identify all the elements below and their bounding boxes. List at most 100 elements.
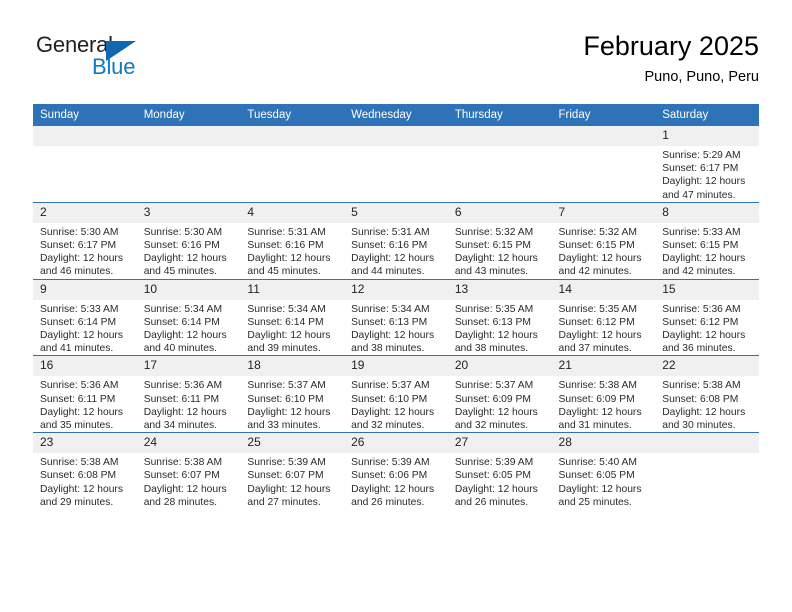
daylight-text-line2: and 34 minutes. [143, 420, 217, 432]
sunrise-text: Sunrise: 5:34 AM [143, 303, 223, 315]
brand-logo[interactable]: General Blue [33, 32, 263, 92]
calendar-day-cell[interactable]: 23 Sunrise: 5:38 AM Sunset: 6:08 PM Dayligh… [33, 432, 137, 510]
day-number: 24 [136, 433, 241, 454]
daylight-text-line2: and 26 minutes. [351, 496, 425, 508]
calendar-day-cell-empty [447, 126, 552, 203]
calendar-day-cell[interactable]: 21 Sunrise: 5:38 AM Sunset: 6:09 PM Dayligh… [551, 355, 656, 433]
calendar-day-cell[interactable]: 19 Sunrise: 5:37 AM Sunset: 6:10 PM Dayligh… [344, 355, 448, 433]
calendar-day-cell[interactable]: 4 Sunrise: 5:31 AM Sunset: 6:16 PM Daylight… [240, 201, 345, 280]
calendar-day-cell[interactable]: 17 Sunrise: 5:36 AM Sunset: 6:11 PM Dayligh… [136, 355, 241, 433]
sunset-text: Sunset: 6:05 PM [454, 470, 531, 482]
calendar-day-cell[interactable]: 9 Sunrise: 5:33 AM Sunset: 6:14 PM Daylight… [33, 278, 137, 356]
daylight-text-line2: and 32 minutes. [454, 420, 529, 432]
calendar-day-cell[interactable]: 18 Sunrise: 5:37 AM Sunset: 6:10 PM Dayligh… [240, 355, 345, 433]
calendar-day-cell[interactable]: 13 Sunrise: 5:35 AM Sunset: 6:13 PM Dayligh… [447, 278, 552, 356]
day-details: Sunrise: 5:34 AM Sunset: 6:13 PM Daylight:… [344, 300, 448, 356]
daylight-text-line2: and 40 minutes. [143, 343, 217, 355]
calendar-week-row: 9 Sunrise: 5:33 AM Sunset: 6:14 PM Daylight… [33, 278, 759, 356]
sunset-text: Sunset: 6:16 PM [247, 240, 324, 252]
day-details: Sunrise: 5:35 AM Sunset: 6:13 PM Daylight:… [448, 300, 552, 356]
calendar-day-cell[interactable]: 15 Sunrise: 5:36 AM Sunset: 6:12 PM Dayligh… [655, 278, 759, 356]
calendar-day-cell[interactable]: 26 Sunrise: 5:39 AM Sunset: 6:06 PM Dayligh… [344, 432, 448, 510]
day-number [136, 126, 241, 146]
calendar-day-cell[interactable]: 28 Sunrise: 5:40 AM Sunset: 6:05 PM Dayligh… [551, 432, 656, 510]
sunset-text: Sunset: 6:13 PM [351, 316, 428, 328]
calendar-day-cell[interactable]: 7 Sunrise: 5:32 AM Sunset: 6:15 PM Daylight… [551, 201, 656, 280]
daylight-text-line1: Daylight: 12 hours [40, 253, 123, 265]
sunrise-text: Sunrise: 5:34 AM [247, 303, 326, 315]
page-subtitle: Puno, Puno, Peru [644, 69, 759, 85]
day-details: Sunrise: 5:37 AM Sunset: 6:10 PM Daylight:… [240, 376, 344, 432]
daylight-text-line1: Daylight: 12 hours [454, 483, 538, 495]
day-details: Sunrise: 5:39 AM Sunset: 6:05 PM Daylight:… [448, 453, 552, 509]
daylight-text-line1: Daylight: 12 hours [143, 330, 227, 342]
sunset-text: Sunset: 6:11 PM [40, 393, 116, 405]
daylight-text-line1: Daylight: 12 hours [558, 406, 642, 418]
daylight-text-line2: and 25 minutes. [558, 496, 632, 508]
daylight-text-line1: Daylight: 12 hours [662, 330, 746, 342]
calendar-day-cell[interactable]: 10 Sunrise: 5:34 AM Sunset: 6:14 PM Dayligh… [136, 278, 241, 356]
page-title: February 2025 [583, 31, 759, 61]
day-number: 22 [655, 356, 759, 377]
daylight-text-line1: Daylight: 12 hours [351, 330, 435, 342]
sunset-text: Sunset: 6:10 PM [247, 393, 324, 405]
sunset-text: Sunset: 6:06 PM [351, 470, 428, 482]
day-details: Sunrise: 5:29 AM Sunset: 6:17 PM Daylight:… [655, 146, 759, 202]
calendar-day-cell[interactable]: 5 Sunrise: 5:31 AM Sunset: 6:16 PM Daylight… [344, 201, 448, 280]
weekday-header-sunday: Sunday [33, 104, 137, 126]
sunrise-text: Sunrise: 5:39 AM [454, 457, 534, 469]
daylight-text-line1: Daylight: 12 hours [40, 406, 123, 418]
calendar-day-cell[interactable]: 25 Sunrise: 5:39 AM Sunset: 6:07 PM Dayligh… [240, 432, 345, 510]
sunrise-text: Sunrise: 5:33 AM [662, 226, 741, 238]
calendar-day-cell[interactable]: 2 Sunrise: 5:30 AM Sunset: 6:17 PM Daylight… [33, 201, 137, 280]
sunrise-text: Sunrise: 5:36 AM [143, 380, 223, 392]
daylight-text-line2: and 36 minutes. [662, 343, 736, 355]
sunset-text: Sunset: 6:14 PM [143, 316, 220, 328]
day-details: Sunrise: 5:32 AM Sunset: 6:15 PM Daylight:… [552, 223, 656, 279]
daylight-text-line1: Daylight: 12 hours [40, 483, 123, 495]
calendar-day-cell[interactable]: 16 Sunrise: 5:36 AM Sunset: 6:11 PM Dayligh… [33, 355, 137, 433]
calendar-week-row: 2 Sunrise: 5:30 AM Sunset: 6:17 PM Daylight… [33, 201, 759, 280]
calendar-day-cell[interactable]: 12 Sunrise: 5:34 AM Sunset: 6:13 PM Dayligh… [344, 278, 448, 356]
daylight-text-line1: Daylight: 12 hours [247, 406, 331, 418]
calendar-page: General Blue February 2025 Puno, Puno, P… [0, 0, 792, 612]
day-number: 8 [655, 202, 759, 223]
sunset-text: Sunset: 6:08 PM [662, 393, 739, 405]
sunrise-text: Sunrise: 5:35 AM [558, 303, 637, 315]
day-number: 3 [136, 202, 241, 223]
calendar-day-cell[interactable]: 24 Sunrise: 5:38 AM Sunset: 6:07 PM Dayligh… [136, 432, 241, 510]
sunset-text: Sunset: 6:14 PM [247, 316, 324, 328]
sunrise-text: Sunrise: 5:37 AM [247, 380, 326, 392]
day-details: Sunrise: 5:37 AM Sunset: 6:09 PM Daylight:… [448, 376, 552, 432]
daylight-text-line1: Daylight: 12 hours [454, 406, 538, 418]
day-number: 12 [344, 279, 448, 300]
calendar-day-cell[interactable]: 6 Sunrise: 5:32 AM Sunset: 6:15 PM Daylight… [447, 201, 552, 280]
calendar-day-cell[interactable]: 11 Sunrise: 5:34 AM Sunset: 6:14 PM Dayligh… [240, 278, 345, 356]
daylight-text-line1: Daylight: 12 hours [351, 253, 435, 265]
daylight-text-line2: and 35 minutes. [40, 420, 114, 432]
calendar-header-row: Sunday Monday Tuesday Wednesday Thursday… [33, 104, 759, 126]
daylight-text-line2: and 32 minutes. [351, 420, 425, 432]
calendar-day-cell[interactable]: 27 Sunrise: 5:39 AM Sunset: 6:05 PM Dayligh… [447, 432, 552, 510]
daylight-text-line1: Daylight: 12 hours [662, 176, 746, 188]
day-details: Sunrise: 5:31 AM Sunset: 6:16 PM Daylight:… [240, 223, 344, 279]
sunrise-text: Sunrise: 5:29 AM [662, 150, 741, 161]
calendar-day-cell[interactable]: 20 Sunrise: 5:37 AM Sunset: 6:09 PM Dayligh… [447, 355, 552, 433]
calendar-day-cell-empty [551, 126, 656, 203]
day-details: Sunrise: 5:35 AM Sunset: 6:12 PM Daylight:… [552, 300, 656, 356]
sunset-text: Sunset: 6:15 PM [454, 240, 531, 252]
daylight-text-line1: Daylight: 12 hours [143, 483, 227, 495]
day-number: 14 [551, 279, 656, 300]
daylight-text-line2: and 38 minutes. [351, 343, 425, 355]
daylight-text-line2: and 39 minutes. [247, 343, 321, 355]
sunset-text: Sunset: 6:15 PM [662, 240, 739, 252]
calendar-day-cell[interactable]: 3 Sunrise: 5:30 AM Sunset: 6:16 PM Daylight… [136, 201, 241, 280]
calendar-week-row: 23 Sunrise: 5:38 AM Sunset: 6:08 PM Dayligh… [33, 432, 759, 510]
sunrise-text: Sunrise: 5:31 AM [351, 226, 430, 238]
calendar-day-cell[interactable]: 22 Sunrise: 5:38 AM Sunset: 6:08 PM Dayligh… [655, 355, 759, 433]
daylight-text-line1: Daylight: 12 hours [247, 253, 331, 265]
calendar-day-cell[interactable]: 1 Sunrise: 5:29 AM Sunset: 6:17 PM Daylight… [655, 126, 759, 203]
calendar-day-cell[interactable]: 8 Sunrise: 5:33 AM Sunset: 6:15 PM Daylight… [655, 201, 759, 280]
day-number: 10 [136, 279, 241, 300]
calendar-day-cell[interactable]: 14 Sunrise: 5:35 AM Sunset: 6:12 PM Dayligh… [551, 278, 656, 356]
